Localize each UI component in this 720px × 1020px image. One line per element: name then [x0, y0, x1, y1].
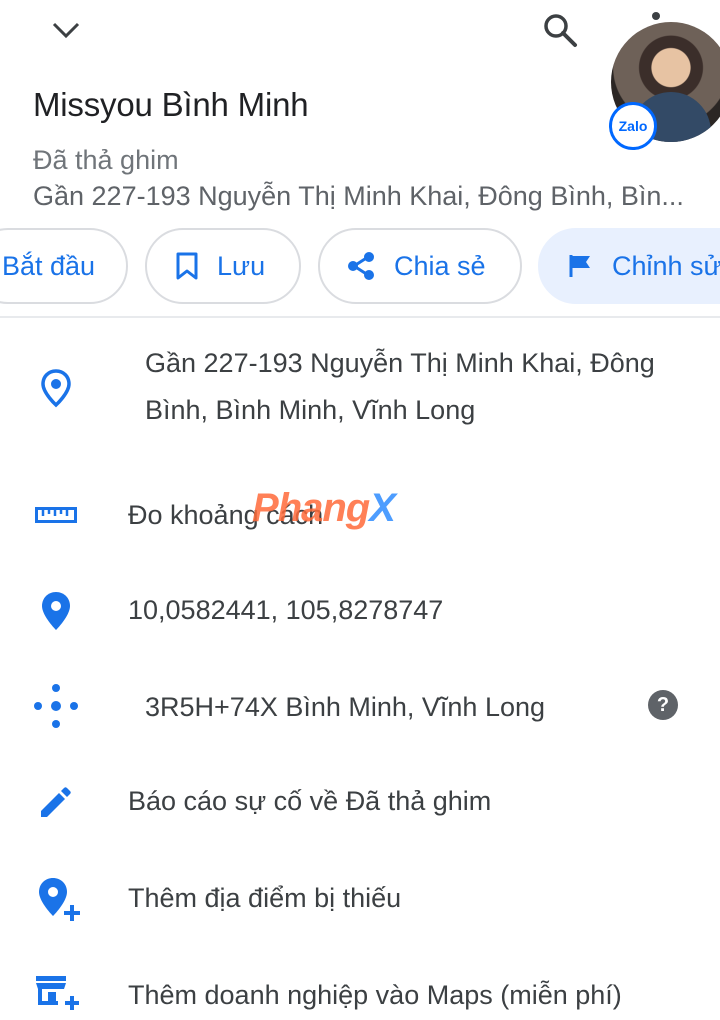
zalo-badge: Zalo: [609, 102, 657, 150]
add-missing-place-label: Thêm địa điểm bị thiếu: [128, 883, 402, 913]
start-chip-label: Bắt đầu: [2, 250, 96, 281]
section-divider: [0, 316, 720, 318]
add-missing-place-row[interactable]: Thêm địa điểm bị thiếu: [0, 865, 720, 935]
location-pin-icon: [36, 589, 76, 633]
coordinates-text: 10,0582441, 105,8278747: [128, 595, 444, 625]
measure-distance-label: Đo khoảng cách: [128, 500, 324, 530]
help-icon[interactable]: ?: [648, 690, 678, 720]
address-text: Gần 227-193 Nguyễn Thị Minh Khai, Đông B…: [145, 348, 655, 425]
share-icon: [348, 252, 374, 280]
share-chip[interactable]: Chia sẻ: [318, 228, 522, 304]
collapse-chevron-button[interactable]: [44, 12, 88, 50]
measure-distance-row[interactable]: Đo khoảng cách: [0, 480, 720, 550]
save-chip[interactable]: Lưu: [145, 228, 301, 304]
plus-code-text: 3R5H+74X Bình Minh, Vĩnh Long: [145, 692, 546, 722]
add-business-icon: [34, 972, 80, 1012]
edit-chip-label: Chỉnh sửa: [612, 250, 720, 281]
coordinates-row[interactable]: 10,0582441, 105,8278747: [0, 575, 720, 645]
search-button[interactable]: [538, 8, 582, 52]
start-chip[interactable]: Bắt đầu: [0, 228, 128, 304]
add-business-label: Thêm doanh nghiệp vào Maps (miễn phí): [128, 980, 622, 1010]
plus-code-row[interactable]: 3R5H+74X Bình Minh, Vĩnh Long ?: [0, 672, 720, 742]
edit-chip[interactable]: Chỉnh sửa: [538, 228, 720, 304]
flag-icon: [569, 255, 590, 277]
search-icon: [544, 14, 577, 47]
add-location-icon: [36, 875, 82, 925]
ruler-icon: [34, 500, 78, 530]
chevron-down-icon: [52, 22, 80, 39]
pencil-icon: [36, 782, 76, 822]
save-chip-label: Lưu: [217, 250, 266, 281]
place-address-summary: Gần 227-193 Nguyễn Thị Minh Khai, Đông B…: [33, 181, 684, 211]
plus-code-icon: [32, 682, 80, 730]
location-pin-outline-icon: [34, 366, 78, 410]
place-subtitle: Đã thả ghim: [33, 145, 179, 175]
bookmark-icon: [176, 252, 198, 280]
report-issue-row[interactable]: Báo cáo sự cố về Đã thả ghim: [0, 768, 720, 838]
place-title: Missyou Bình Minh: [33, 86, 309, 123]
report-issue-label: Báo cáo sự cố về Đã thả ghim: [128, 786, 492, 816]
more-options-dot[interactable]: [652, 12, 660, 20]
add-business-row[interactable]: Thêm doanh nghiệp vào Maps (miễn phí): [0, 960, 720, 1020]
action-chips: Bắt đầu Lưu Chia sẻ Chỉnh sửa: [0, 228, 720, 308]
profile-avatar[interactable]: Zalo: [609, 22, 720, 150]
share-chip-label: Chia sẻ: [394, 250, 486, 281]
